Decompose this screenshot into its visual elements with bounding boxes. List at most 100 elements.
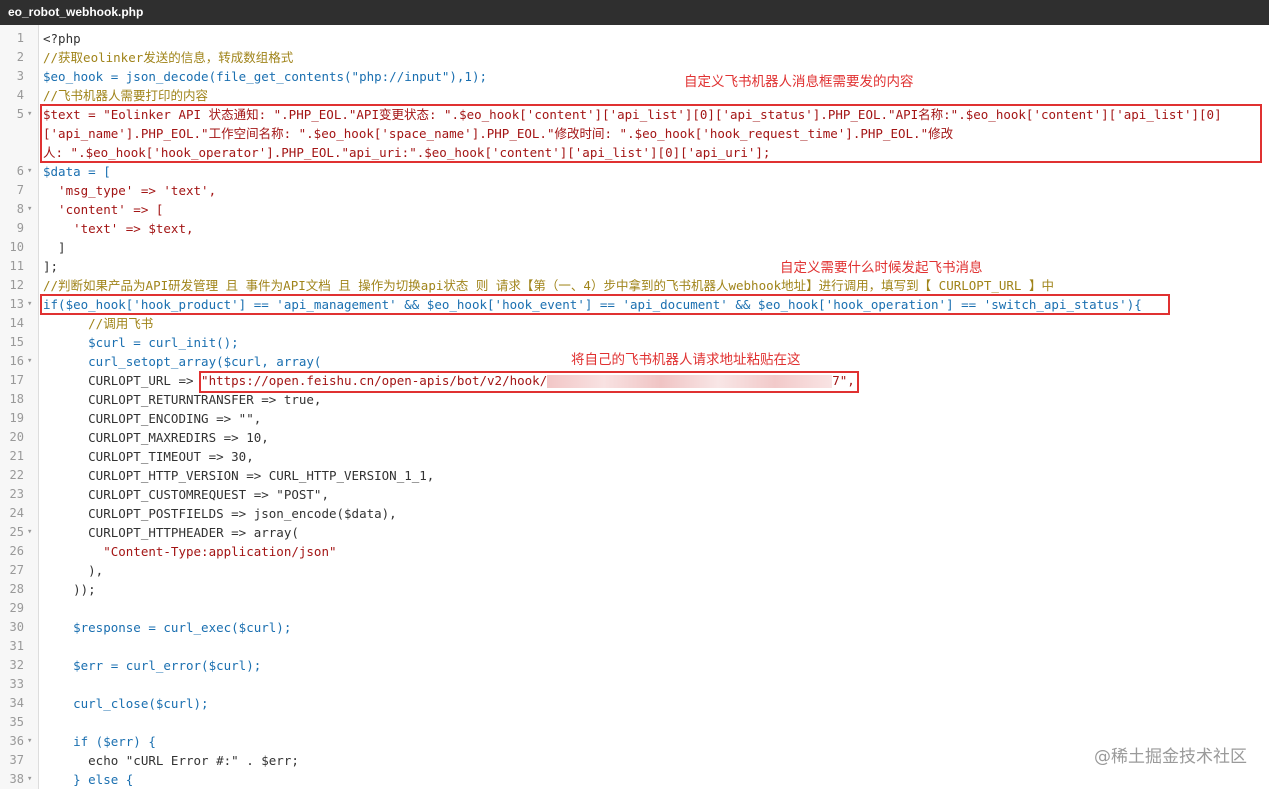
code-line: 8 ▾ 'content' => [ xyxy=(0,200,1269,219)
annotation-message-content: 自定义飞书机器人消息框需要发的内容 xyxy=(684,74,914,90)
line-number: 3 xyxy=(16,69,24,83)
code-comment: //获取eolinker发送的信息，转成数组格式 xyxy=(43,50,294,65)
code-line: 31 xyxy=(0,637,1269,656)
code-line: 3 $eo_hook = json_decode(file_get_content… xyxy=(0,67,1269,86)
code-line: 2 //获取eolinker发送的信息，转成数组格式 xyxy=(0,48,1269,67)
code-text: curl_setopt_array($curl, array( xyxy=(43,354,322,369)
code-text: CURLOPT_ENCODING => "", xyxy=(43,411,262,426)
highlight-box-message xyxy=(40,104,1262,163)
code-line: 22 CURLOPT_HTTP_VERSION => CURL_HTTP_VER… xyxy=(0,466,1269,485)
line-number: 2 xyxy=(16,50,24,64)
line-number: 25 xyxy=(9,525,24,539)
line-number: 37 xyxy=(9,753,24,767)
code-comment: //飞书机器人需要打印的内容 xyxy=(43,88,209,103)
line-number: 17 xyxy=(9,373,24,387)
code-line: 25 ▾ CURLOPT_HTTPHEADER => array( xyxy=(0,523,1269,542)
code-text: $data = [ xyxy=(43,164,111,179)
code-text: ), xyxy=(43,563,104,578)
line-number: 27 xyxy=(9,563,24,577)
code-comment: //判断如果产品为API研发管理 且 事件为API文档 且 操作为切换api状态… xyxy=(43,278,1054,293)
code-text: 'content' => [ xyxy=(43,202,164,217)
code-text: CURLOPT_MAXREDIRS => 10, xyxy=(43,430,269,445)
code-line: 33 xyxy=(0,675,1269,694)
line-number: 11 xyxy=(9,259,24,273)
line-number: 18 xyxy=(9,392,24,406)
line-number: 33 xyxy=(9,677,24,691)
code-line: 7 'msg_type' => 'text', xyxy=(0,181,1269,200)
code-line: 28 )); xyxy=(0,580,1269,599)
code-line: 19 CURLOPT_ENCODING => "", xyxy=(0,409,1269,428)
line-number: 8 xyxy=(16,202,24,216)
line-number: 10 xyxy=(9,240,24,254)
fold-arrow-icon[interactable]: ▾ xyxy=(27,732,32,751)
code-line: 35 xyxy=(0,713,1269,732)
code-line: 37 echo "cURL Error #:" . $err; xyxy=(0,751,1269,770)
line-number: 34 xyxy=(9,696,24,710)
fold-arrow-icon[interactable]: ▾ xyxy=(27,295,32,314)
tab-bar: eo_robot_webhook.php xyxy=(0,0,1269,25)
code-line: 9 'text' => $text, xyxy=(0,219,1269,238)
fold-arrow-icon[interactable]: ▾ xyxy=(27,200,32,219)
fold-arrow-icon[interactable]: ▾ xyxy=(27,162,32,181)
code-text: $response = curl_exec($curl); xyxy=(43,620,292,635)
code-line: 20 CURLOPT_MAXREDIRS => 10, xyxy=(0,428,1269,447)
code-line: 34 curl_close($curl); xyxy=(0,694,1269,713)
line-number: 19 xyxy=(9,411,24,425)
code-text: CURLOPT_TIMEOUT => 30, xyxy=(43,449,254,464)
code-text: CURLOPT_POSTFIELDS => json_encode($data)… xyxy=(43,506,397,521)
code-line: 36 ▾ if ($err) { xyxy=(0,732,1269,751)
code-line: 11]; xyxy=(0,257,1269,276)
line-number: 20 xyxy=(9,430,24,444)
line-number: 1 xyxy=(16,31,24,45)
code-text: CURLOPT_HTTP_VERSION => CURL_HTTP_VERSIO… xyxy=(43,468,435,483)
code-text: if ($err) { xyxy=(43,734,156,749)
code-line: 6 ▾ $data = [ xyxy=(0,162,1269,181)
code-text: $eo_hook = json_decode(file_get_contents… xyxy=(43,69,488,84)
code-line: 24 CURLOPT_POSTFIELDS => json_encode($da… xyxy=(0,504,1269,523)
code-line: 23 CURLOPT_CUSTOMREQUEST => "POST", xyxy=(0,485,1269,504)
line-number: 4 xyxy=(16,88,24,102)
code-text: )); xyxy=(43,582,96,597)
code-line: 10 ] xyxy=(0,238,1269,257)
annotation-paste-url: 将自己的飞书机器人请求地址粘贴在这 xyxy=(571,352,801,368)
line-number: 36 xyxy=(9,734,24,748)
watermark: @稀土掘金技术社区 xyxy=(1094,747,1247,767)
line-number: 5 xyxy=(16,107,24,121)
code-text: "Content-Type:application/json" xyxy=(43,544,337,559)
line-number: 28 xyxy=(9,582,24,596)
code-text: CURLOPT_HTTPHEADER => array( xyxy=(43,525,299,540)
line-number: 38 xyxy=(9,772,24,786)
line-number: 31 xyxy=(9,639,24,653)
code-line: 32 $err = curl_error($curl); xyxy=(0,656,1269,675)
code-text: $err = curl_error($curl); xyxy=(43,658,262,673)
code-text: $curl = curl_init(); xyxy=(43,335,239,350)
annotation-trigger-condition: 自定义需要什么时候发起飞书消息 xyxy=(780,260,983,276)
code-line: 26 "Content-Type:application/json" xyxy=(0,542,1269,561)
line-number: 26 xyxy=(9,544,24,558)
code-text: <?php xyxy=(43,31,81,46)
highlight-box-url xyxy=(199,371,859,393)
line-number: 6 xyxy=(16,164,24,178)
line-number: 35 xyxy=(9,715,24,729)
file-tab[interactable]: eo_robot_webhook.php xyxy=(0,0,151,25)
fold-arrow-icon[interactable]: ▾ xyxy=(27,105,32,124)
line-number: 12 xyxy=(9,278,24,292)
line-number: 15 xyxy=(9,335,24,349)
line-number: 21 xyxy=(9,449,24,463)
line-number: 23 xyxy=(9,487,24,501)
line-number: 24 xyxy=(9,506,24,520)
line-number: 29 xyxy=(9,601,24,615)
code-text: 'text' => $text, xyxy=(43,221,194,236)
code-text: curl_close($curl); xyxy=(43,696,209,711)
code-text: ]; xyxy=(43,259,59,274)
fold-arrow-icon[interactable]: ▾ xyxy=(27,523,32,542)
code-text: CURLOPT_CUSTOMREQUEST => "POST", xyxy=(43,487,329,502)
code-text: 'msg_type' => 'text', xyxy=(43,183,217,198)
code-line: 12 //判断如果产品为API研发管理 且 事件为API文档 且 操作为切换api… xyxy=(0,276,1269,295)
code-comment: //调用飞书 xyxy=(43,316,154,331)
fold-arrow-icon[interactable]: ▾ xyxy=(27,770,32,789)
line-number: 16 xyxy=(9,354,24,368)
fold-arrow-icon[interactable]: ▾ xyxy=(27,352,32,371)
code-key: CURLOPT_URL => xyxy=(43,373,202,388)
line-number: 32 xyxy=(9,658,24,672)
